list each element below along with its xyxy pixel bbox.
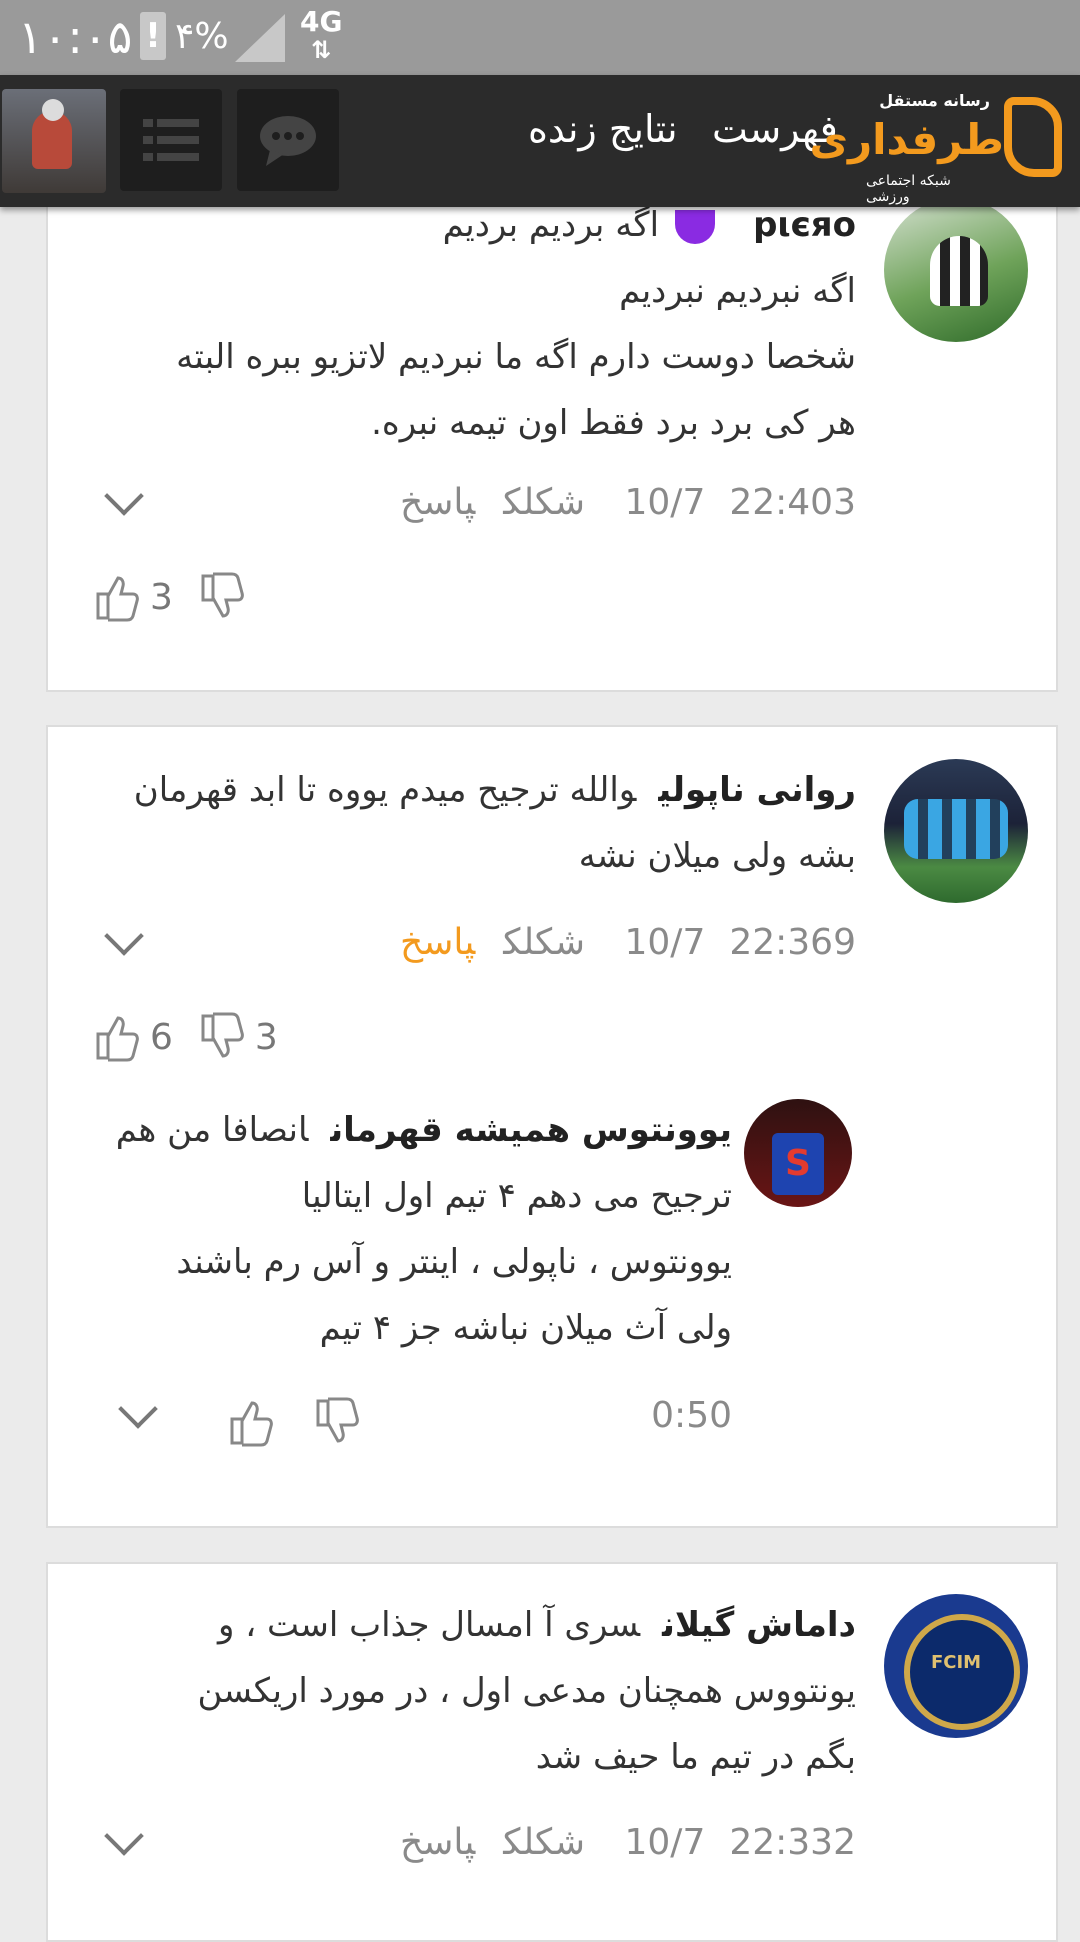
comment-line: شخصا دوست دارم اگه ما نبردیم لاتزیو ببره… [176,337,856,377]
status-time: ۱۰:۰۵ [18,10,133,64]
reply-username[interactable]: یوونتوس همیشه قهرمان [330,1110,732,1150]
comment-line: یوونتوس همیشه قهرمان انصافا من هم [72,1097,732,1163]
comment-username[interactable]: داماش گیلان [662,1605,856,1645]
comment-line: ولی آث میلان نباشه جز ۴ تیم [319,1308,732,1348]
comment-line: یوونتوس ، ناپولی ، اینتر و آس رم باشند [176,1242,732,1282]
site-logo[interactable]: رسانه مستقل طرفداری شبکه اجتماعی ورزشی [809,87,1066,205]
chevron-down-icon[interactable] [104,916,144,956]
chevron-down-icon[interactable] [104,1816,144,1856]
logo-brand: طرفداری [809,115,1004,164]
reply-time: 0:50 [651,1395,732,1436]
logo-mark-icon [1004,97,1062,177]
commenter-avatar[interactable] [884,759,1028,903]
alert-icon: ! [140,12,166,60]
comment-card: pιєяo اگه بردیم بردیم اگه نبردیم نبردیم ش… [46,150,1058,692]
comment-line: داماش گیلان سری آ امسال جذاب است ، و [96,1592,856,1658]
comment-username[interactable]: روانی ناپولی [658,770,856,810]
avatar-head [42,99,64,121]
thumbs-down-icon[interactable] [199,1012,245,1062]
reply-vote-bar [228,1397,360,1447]
logo-tagline: رسانه مستقل [879,91,990,110]
reply-body: یوونتوس همیشه قهرمان انصافا من هم ترجیح م… [72,1097,732,1361]
heart-badge-icon [675,209,716,244]
data-arrows-icon: ⇅ [311,36,332,64]
thumbs-down-icon[interactable] [314,1397,360,1447]
nav-live-results[interactable]: نتایج زنده [528,107,678,151]
chevron-down-icon[interactable] [118,1389,158,1429]
messages-button[interactable] [237,89,339,191]
comment-line: روانی ناپولی والله ترجیح میدم یووه تا ابد… [56,757,856,823]
comment-username[interactable]: pιєяo [753,205,856,245]
reply-button[interactable]: پاسخ [400,1822,475,1863]
commenter-avatar[interactable] [884,1594,1028,1738]
upvote-count: 3 [150,576,173,618]
comment-text: سری آ امسال جذاب است ، و [218,1605,641,1645]
reply-avatar[interactable] [744,1099,852,1207]
vote-bar: 3 [94,572,245,622]
comment-body: pιєяo اگه بردیم بردیم اگه نبردیم نبردیم ش… [76,192,856,456]
comment-time: 22:40 [729,482,834,523]
comment-line: بگم در تیم ما حیف شد [535,1737,856,1777]
network-type: 4G [300,5,343,38]
comment-line: یونتووس همچنان مدعی اول ، در مورد اریکسن [197,1671,856,1711]
thumbs-up-icon[interactable] [94,1012,140,1062]
comment-text: اگه بردیم بردیم [442,205,660,245]
user-avatar-button[interactable] [2,89,106,193]
upvote-count: 6 [150,1016,173,1058]
comment-line: هر کی برد برد فقط اون تیمه نبره. [371,403,856,443]
comment-date: 10/7 [624,482,706,523]
comment-body: داماش گیلان سری آ امسال جذاب است ، و یونت… [96,1592,856,1790]
comment-time: 22:33 [729,1822,834,1863]
comment-meta: 10/7 22:403 شکلکپاسخ [372,482,856,523]
status-bar: ۱۰:۰۵ ! ۴% 4G ⇅ [0,0,1080,75]
comment-date: 10/7 [624,1822,706,1863]
menu-button[interactable] [120,89,222,191]
comment-meta: 10/7 22:332 شکلکپاسخ [372,1822,856,1863]
network-indicator: 4G ⇅ [300,5,343,65]
reply-button[interactable]: پاسخ [400,482,475,523]
battery-level: ۴% [175,16,229,57]
comment-line: بشه ولی میلان نشه [578,836,856,876]
thumbs-down-icon[interactable] [199,572,245,622]
thumbs-up-icon[interactable] [228,1397,274,1447]
top-navigation: نتایج زنده فهرست رسانه مستقل طرفداری شبک… [0,75,1080,207]
comment-body: روانی ناپولی والله ترجیح میدم یووه تا ابد… [56,757,856,889]
hamburger-icon [143,119,199,161]
chat-bubble-icon [260,116,316,166]
comment-meta: 10/7 22:369 شکلکپاسخ [372,922,856,963]
reply-button[interactable]: پاسخ [400,922,475,963]
downvote-count: 3 [254,1016,278,1058]
comment-line: اگه نبردیم نبردیم [619,271,856,311]
chevron-down-icon[interactable] [104,476,144,516]
thumbs-up-icon[interactable] [94,572,140,622]
comment-card: داماش گیلان سری آ امسال جذاب است ، و یونت… [46,1562,1058,1942]
comment-time: 22:36 [729,922,834,963]
vote-bar: 6 3 [94,1012,278,1062]
comment-card: روانی ناپولی والله ترجیح میدم یووه تا ابد… [46,725,1058,1528]
signal-icon [235,14,285,62]
comment-text: انصافا من هم [115,1110,309,1150]
comment-date: 10/7 [624,922,706,963]
comment-text: والله ترجیح میدم یووه تا ابد قهرمان [133,770,637,810]
commenter-avatar[interactable] [884,198,1028,342]
logo-subtitle: شبکه اجتماعی ورزشی [866,173,951,205]
comment-line: ترجیح می دهم ۴ تیم اول ایتالیا [301,1176,732,1216]
